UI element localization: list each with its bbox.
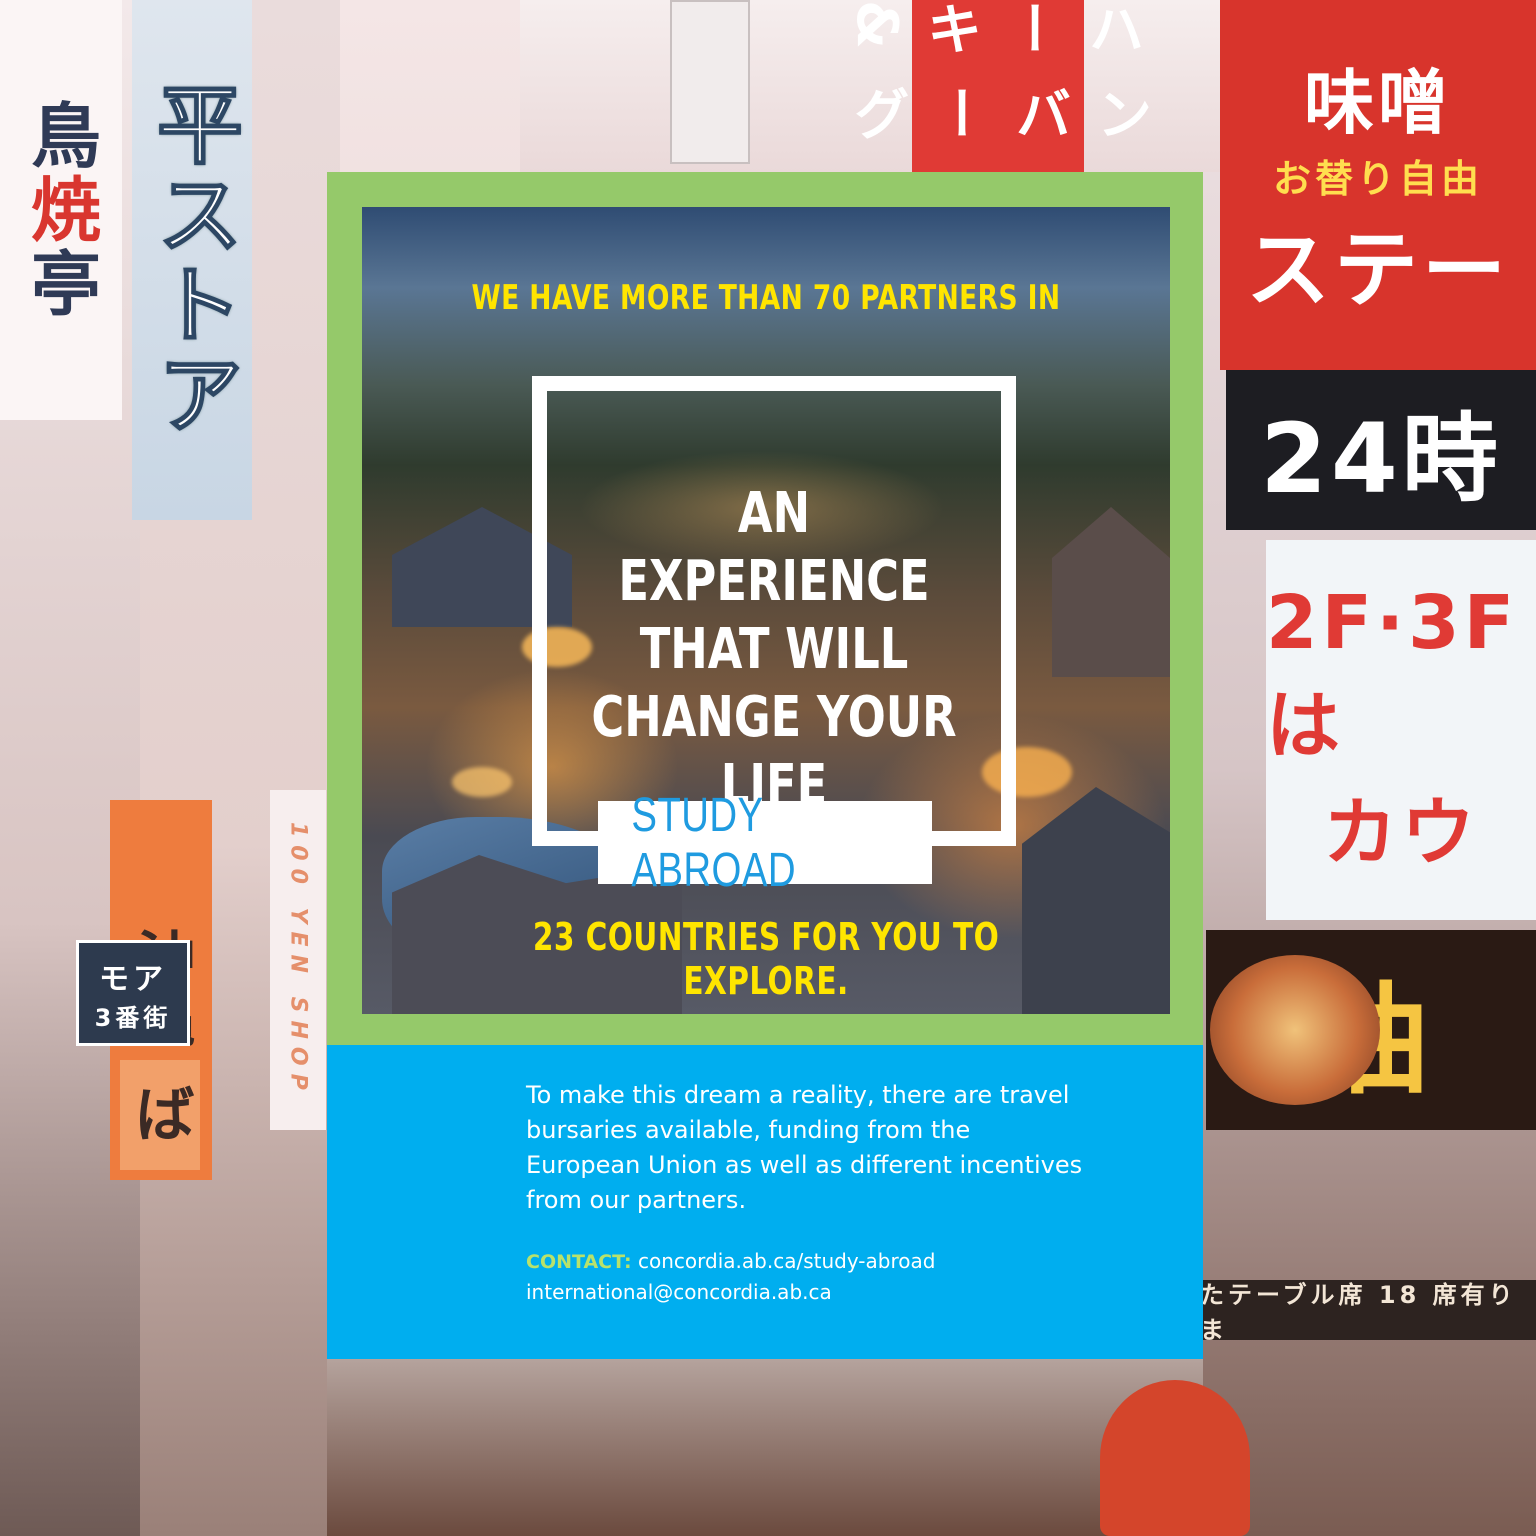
contact-url-link[interactable]: concordia.ab.ca/study-abroad bbox=[638, 1249, 935, 1273]
red-lantern bbox=[1100, 1380, 1250, 1536]
info-body: To make this dream a reality, there are … bbox=[526, 1081, 1083, 1214]
contact-label: CONTACT: bbox=[526, 1251, 632, 1273]
street-bottom bbox=[327, 1359, 1203, 1536]
floor-directory-sign bbox=[670, 0, 750, 164]
sign-24-hours: 24時 bbox=[1226, 370, 1536, 530]
sign-table-seats: たテーブル席 18 席有りま bbox=[1200, 1280, 1536, 1344]
poster-title: AN EXPERIENCE THAT WILL CHANGE YOUR LIFE bbox=[591, 481, 957, 818]
rooftops-right bbox=[1052, 507, 1170, 677]
contact-block: CONTACT: concordia.ab.ca/study-abroad in… bbox=[526, 1246, 1086, 1307]
study-abroad-label: STUDY ABROAD bbox=[631, 788, 796, 897]
contact-line-url: CONTACT: concordia.ab.ca/study-abroad bbox=[526, 1246, 1086, 1277]
ramen-bowl-image bbox=[1210, 955, 1380, 1105]
sign-100-yen-shop: 100 YEN SHOP bbox=[270, 790, 326, 1130]
study-abroad-badge: STUDY ABROAD bbox=[598, 789, 932, 897]
sign-more-3: モア 3番街 bbox=[76, 940, 190, 1046]
contact-email-link[interactable]: international@concordia.ab.ca bbox=[526, 1277, 1086, 1307]
headline-countries: 23 COUNTRIES FOR YOU TO EXPLORE. bbox=[532, 915, 1000, 1003]
sign-hira-store: 平ストア bbox=[132, 0, 252, 520]
sign-miso-steak: 味噌 お替り自由 ステー bbox=[1220, 0, 1536, 370]
sign-ba: ば bbox=[120, 1060, 200, 1170]
headline-partners: WE HAVE MORE THAN 70 PARTNERS IN bbox=[471, 278, 1061, 318]
sign-hamburg: ハーキ& ンバーグ bbox=[844, 0, 1152, 172]
sign-yakitori: 鳥焼亭 bbox=[0, 0, 122, 420]
sign-2f-3f: 2F·3Fは カウ bbox=[1266, 540, 1536, 920]
light-glow bbox=[452, 767, 512, 797]
